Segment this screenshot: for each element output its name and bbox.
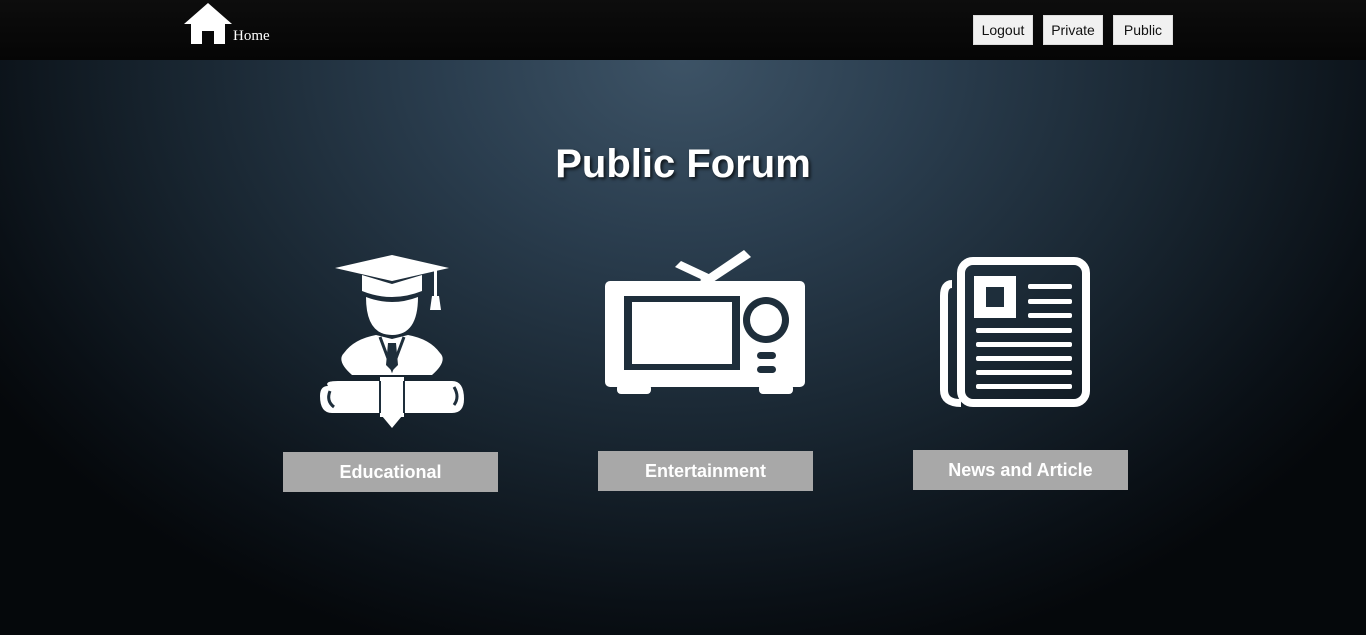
home-label: Home bbox=[233, 28, 270, 44]
home-link[interactable]: Home bbox=[184, 0, 270, 44]
page-title: Public Forum bbox=[555, 142, 811, 186]
house-icon bbox=[184, 3, 232, 44]
public-button[interactable]: Public bbox=[1113, 15, 1173, 45]
television-icon[interactable] bbox=[603, 248, 806, 396]
news-and-article-button[interactable]: News and Article bbox=[913, 450, 1128, 490]
newspaper-icon[interactable] bbox=[940, 256, 1091, 408]
educational-button[interactable]: Educational bbox=[283, 452, 498, 492]
logout-button[interactable]: Logout bbox=[973, 15, 1033, 45]
entertainment-button[interactable]: Entertainment bbox=[598, 451, 813, 491]
top-navbar: Home Logout Private Public bbox=[0, 0, 1366, 60]
graduate-icon[interactable] bbox=[318, 253, 466, 428]
private-button[interactable]: Private bbox=[1043, 15, 1103, 45]
